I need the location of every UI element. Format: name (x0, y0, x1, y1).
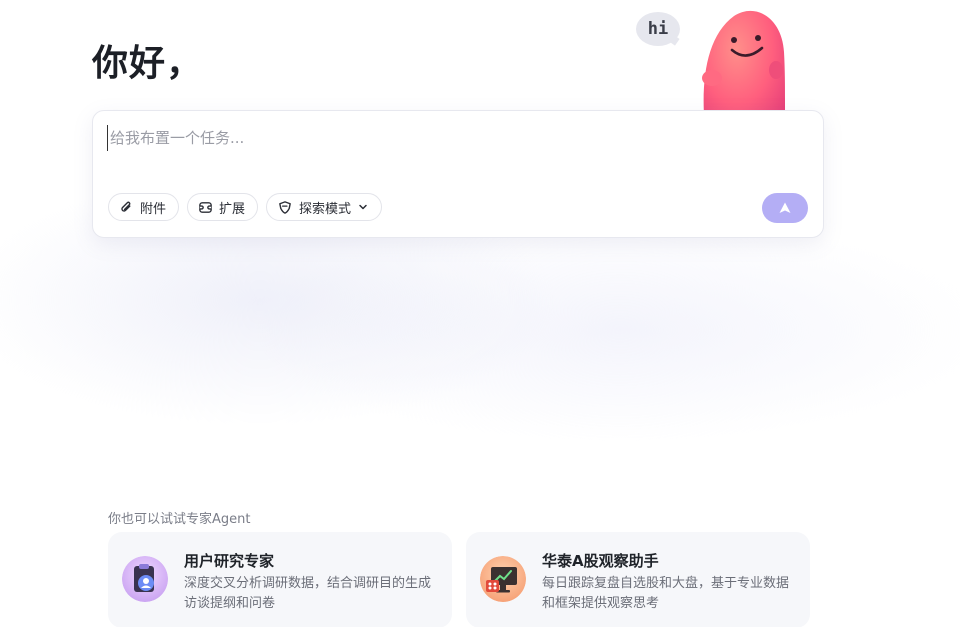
agent-title: 用户研究专家 (184, 552, 275, 570)
chevron-down-icon (359, 204, 367, 210)
mascot: hi (634, 6, 794, 110)
hi-speech-bubble: hi (636, 12, 680, 46)
attachment-button[interactable]: 附件 (108, 193, 180, 221)
agents-section-label: 你也可以试试专家Agent (108, 512, 251, 527)
task-input[interactable] (107, 125, 792, 151)
extension-button[interactable]: 扩展 (187, 193, 259, 221)
clipboard-user-icon (122, 556, 168, 602)
greeting-title: 你好， (92, 43, 204, 84)
agent-description: 每日跟踪复盘自选股和大盘，基于专业数据和框架提供观察思考 (542, 576, 790, 611)
extension-button-label: 扩展 (219, 201, 246, 217)
agent-title: 华泰A股观察助手 (542, 552, 659, 570)
hi-bubble-text: hi (647, 19, 669, 39)
attachment-button-label: 附件 (140, 201, 167, 217)
stock-monitor-icon (480, 556, 526, 602)
explore-mode-label: 探索模式 (299, 201, 352, 217)
agent-description: 深度交叉分析调研数据，结合调研目的生成访谈提纲和问卷 (184, 576, 432, 611)
pink-blob-mascot-icon (702, 11, 786, 110)
shield-icon (279, 200, 291, 214)
extension-icon (199, 201, 212, 213)
agent-card-user-research[interactable]: 用户研究专家 深度交叉分析调研数据，结合调研目的生成访谈提纲和问卷 (108, 532, 452, 627)
send-arrow-icon (779, 202, 791, 213)
paperclip-icon (121, 201, 131, 212)
send-button[interactable] (762, 193, 808, 223)
task-composer: 附件 扩展 探索模式 (92, 110, 824, 238)
agent-card-huatai-stock[interactable]: 华泰A股观察助手 每日跟踪复盘自选股和大盘，基于专业数据和框架提供观察思考 (466, 532, 810, 627)
composer-toolbar: 附件 扩展 探索模式 (108, 193, 383, 221)
explore-mode-dropdown[interactable]: 探索模式 (266, 193, 383, 221)
